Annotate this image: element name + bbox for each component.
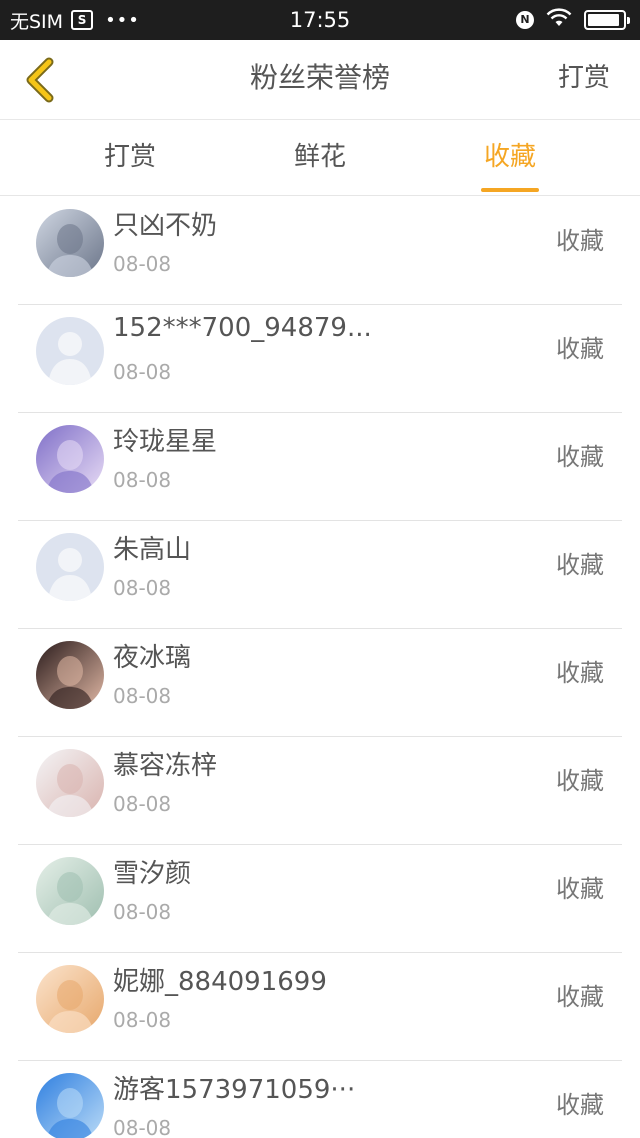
- fan-name: 游客1573971059···: [113, 1075, 356, 1105]
- battery-tip: [627, 17, 630, 24]
- blue-abstract-avatar[interactable]: [36, 1073, 104, 1138]
- tab-reward[interactable]: 打赏: [60, 121, 200, 196]
- wifi-icon: [546, 7, 572, 33]
- fan-row[interactable]: 夜冰璃 08-08 收藏: [18, 629, 622, 737]
- girl-portrait-avatar[interactable]: [36, 749, 104, 817]
- chevron-left-icon: [26, 57, 54, 103]
- tab-flowers[interactable]: 鲜花: [250, 121, 390, 196]
- app-header: 粉丝荣誉榜 打赏: [0, 40, 640, 120]
- fan-name: 朱高山: [113, 535, 192, 565]
- fan-name: 雪汐颜: [113, 859, 192, 889]
- fan-row[interactable]: 游客1573971059··· 08-08 收藏: [18, 1061, 622, 1138]
- fan-row[interactable]: 152***700_94879... 08-08 收藏: [18, 305, 622, 413]
- fan-date: 08-08: [113, 576, 172, 600]
- fan-row[interactable]: 只凶不奶 08-08 收藏: [18, 197, 622, 305]
- tab-label: 收藏: [483, 142, 536, 172]
- fan-date: 08-08: [113, 360, 172, 384]
- fan-name: 152***700_94879...: [113, 313, 372, 343]
- fan-name: 玲珑星星: [113, 427, 218, 457]
- favorite-label: 收藏: [556, 659, 604, 687]
- fan-date: 08-08: [113, 252, 172, 276]
- nfc-icon: N: [516, 11, 534, 29]
- favorite-label: 收藏: [556, 983, 604, 1011]
- fan-row[interactable]: 雪汐颜 08-08 收藏: [18, 845, 622, 953]
- anime-girl-avatar[interactable]: [36, 209, 104, 277]
- fan-name: 只凶不奶: [113, 211, 218, 241]
- favorite-label: 收藏: [556, 551, 604, 579]
- anime-girl-avatar[interactable]: [36, 425, 104, 493]
- battery-fill: [588, 14, 619, 26]
- back-button[interactable]: [12, 52, 68, 108]
- favorite-label: 收藏: [556, 767, 604, 795]
- favorite-label: 收藏: [556, 227, 604, 255]
- tab-label: 鲜花: [293, 142, 346, 172]
- fan-name: 夜冰璃: [113, 643, 192, 673]
- fan-date: 08-08: [113, 684, 172, 708]
- tab-label: 打赏: [103, 142, 156, 172]
- fan-date: 08-08: [113, 468, 172, 492]
- fan-name: 妮娜_884091699: [113, 967, 327, 997]
- active-tab-indicator: [481, 188, 539, 192]
- dark-portrait-avatar[interactable]: [36, 641, 104, 709]
- default-user-avatar[interactable]: [36, 317, 104, 385]
- favorite-label: 收藏: [556, 1091, 604, 1119]
- fan-name: 慕容冻梓: [113, 751, 218, 781]
- favorite-label: 收藏: [556, 875, 604, 903]
- favorite-label: 收藏: [556, 443, 604, 471]
- reward-button[interactable]: 打赏: [558, 40, 610, 120]
- cartoon-girl-avatar[interactable]: [36, 965, 104, 1033]
- anime-girl-avatar[interactable]: [36, 857, 104, 925]
- favorite-label: 收藏: [556, 335, 604, 363]
- page-title: 粉丝荣誉榜: [249, 61, 390, 94]
- fan-row[interactable]: 朱高山 08-08 收藏: [18, 521, 622, 629]
- status-right: N: [516, 0, 630, 40]
- default-user-avatar[interactable]: [36, 533, 104, 601]
- fan-row[interactable]: 玲珑星星 08-08 收藏: [18, 413, 622, 521]
- fan-date: 08-08: [113, 900, 172, 924]
- fan-row[interactable]: 妮娜_884091699 08-08 收藏: [18, 953, 622, 1061]
- fan-date: 08-08: [113, 792, 172, 816]
- tab-favorites[interactable]: 收藏: [440, 121, 580, 196]
- fan-date: 08-08: [113, 1008, 172, 1032]
- fan-row[interactable]: 慕容冻梓 08-08 收藏: [18, 737, 622, 845]
- fan-date: 08-08: [113, 1116, 172, 1138]
- tab-bar: 打赏 鲜花 收藏: [0, 121, 640, 196]
- battery-icon: [584, 10, 630, 30]
- status-bar: 无SIM S ••• 17:55 N: [0, 0, 640, 40]
